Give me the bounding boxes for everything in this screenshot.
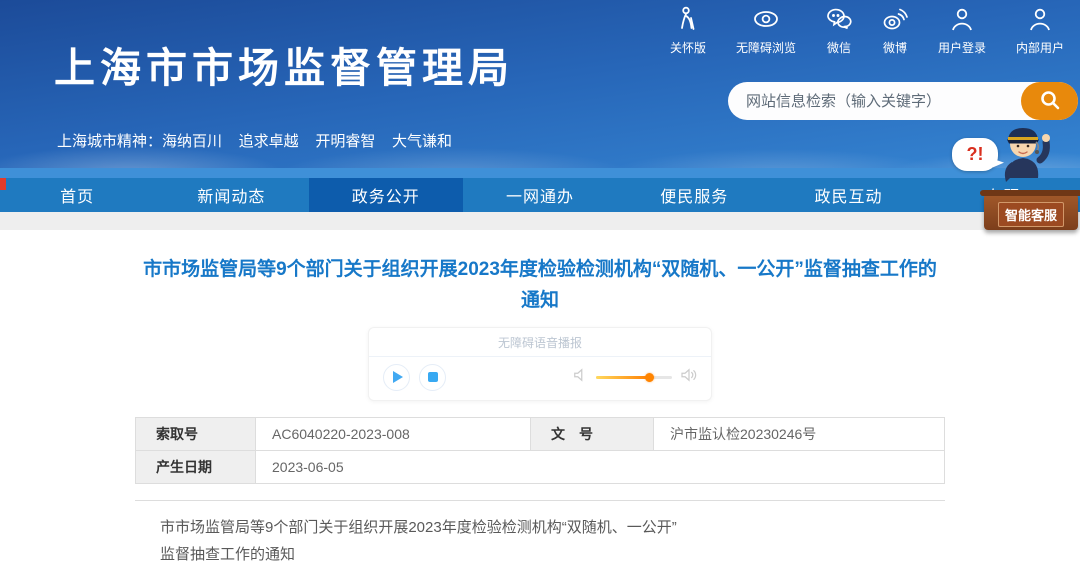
accessibility-eye-icon [753, 6, 779, 39]
header-quick-links: 关怀版 无障碍浏览 微信 微博 用户登录 内部用户 [640, 6, 1064, 56]
site-header: 上海市市场监督管理局 上海城市精神：海纳百川 追求卓越 开明睿智 大气谦和 关怀… [0, 0, 1080, 168]
nav-item-home[interactable]: 首页 [0, 178, 154, 212]
quick-link-care-version[interactable]: 关怀版 [670, 6, 706, 56]
quick-link-wechat[interactable]: 微信 [826, 6, 852, 56]
page: 上海市市场监督管理局 上海城市精神：海纳百川 追求卓越 开明睿智 大气谦和 关怀… [0, 0, 1080, 573]
index-number-label: 索取号 [136, 417, 256, 450]
index-number-value: AC6040220-2023-008 [256, 417, 531, 450]
nav-item-news[interactable]: 新闻动态 [154, 178, 308, 212]
quick-link-label: 微信 [827, 39, 851, 56]
quick-link-label: 用户登录 [938, 39, 986, 56]
quick-link-weibo[interactable]: 微博 [882, 6, 908, 56]
quick-link-label: 无障碍浏览 [736, 39, 796, 56]
quick-link-label: 内部用户 [1016, 39, 1064, 56]
article-body-text: 市市场监管局等9个部门关于组织开展2023年度检验检测机构“双随机、一公开”监督… [160, 514, 678, 570]
site-title: 上海市市场监督管理局 [54, 34, 514, 94]
table-row: 产生日期 2023-06-05 [136, 450, 945, 483]
nav-item-gov-disclosure[interactable]: 政务公开 [309, 178, 463, 212]
wechat-icon [826, 6, 852, 39]
table-spacer-row [135, 484, 945, 501]
volume-knob[interactable] [645, 373, 654, 382]
nav-left-red-marker [0, 178, 6, 190]
play-icon [393, 371, 403, 383]
audio-player: 无障碍语音播报 [368, 327, 712, 401]
quick-link-internal-user[interactable]: 内部用户 [1016, 6, 1064, 56]
header-bottom-strip [0, 168, 1080, 178]
search-icon [1038, 88, 1062, 115]
user-login-icon [949, 6, 975, 39]
mascot-desk-top [980, 190, 1080, 196]
mascot-desk: 智能客服 [984, 194, 1078, 230]
table-row: 索取号 AC6040220-2023-008 文 号 沪市监认检20230246… [136, 417, 945, 450]
quick-link-label: 微博 [883, 39, 907, 56]
quick-link-user-login[interactable]: 用户登录 [938, 6, 986, 56]
elder-care-icon [675, 6, 701, 39]
article-content: 市市场监管局等9个部门关于组织开展2023年度检验检测机构“双随机、一公开”监督… [0, 230, 1080, 573]
stop-icon [428, 372, 438, 382]
smart-service-label: 智能客服 [998, 202, 1064, 227]
document-meta-table: 索取号 AC6040220-2023-008 文 号 沪市监认检20230246… [135, 417, 945, 484]
nav-item-public-services[interactable]: 便民服务 [617, 178, 771, 212]
audio-player-title: 无障碍语音播报 [369, 328, 711, 357]
article-body-block: 市市场监管局等9个部门关于组织开展2023年度检验检测机构“双随机、一公开”监督… [135, 501, 945, 573]
quick-link-label: 关怀版 [670, 39, 706, 56]
smart-service-mascot[interactable]: ?! 智能客服 [948, 120, 1080, 232]
doc-number-value: 沪市监认检20230246号 [654, 417, 945, 450]
volume-control [573, 368, 697, 387]
quick-link-accessibility[interactable]: 无障碍浏览 [736, 6, 796, 56]
doc-number-label: 文 号 [531, 417, 654, 450]
internal-user-icon [1027, 6, 1053, 39]
issue-date-value: 2023-06-05 [256, 450, 945, 483]
site-search [728, 82, 1078, 120]
weibo-icon [882, 6, 908, 39]
volume-slider[interactable] [596, 376, 672, 379]
audio-stop-button[interactable] [419, 364, 446, 391]
issue-date-label: 产生日期 [136, 450, 256, 483]
main-nav: 首页 新闻动态 政务公开 一网通办 便民服务 政民互动 专题 [0, 178, 1080, 212]
article-title: 市市场监管局等9个部门关于组织开展2023年度检验检测机构“双随机、一公开”监督… [134, 254, 946, 317]
city-spirit-slogan: 上海城市精神：海纳百川 追求卓越 开明睿智 大气谦和 [57, 130, 452, 151]
audio-play-button[interactable] [383, 364, 410, 391]
audio-controls [369, 357, 711, 400]
search-button[interactable] [1021, 82, 1078, 120]
nav-item-online-services[interactable]: 一网通办 [463, 178, 617, 212]
volume-mute-icon [573, 368, 587, 387]
nav-content-divider [0, 212, 1080, 230]
nav-item-interaction[interactable]: 政民互动 [771, 178, 925, 212]
volume-speaker-icon [681, 368, 697, 387]
volume-fill [596, 376, 651, 379]
